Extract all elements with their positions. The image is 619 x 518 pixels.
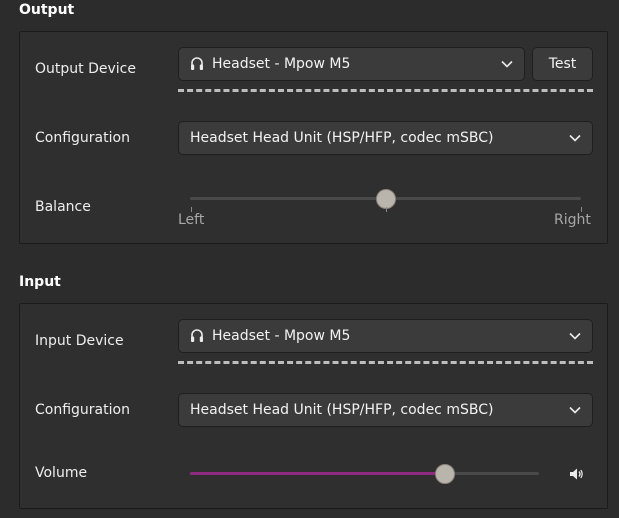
- balance-tick-center: [386, 207, 387, 212]
- output-configuration-dropdown[interactable]: Headset Head Unit (HSP/HFP, codec mSBC): [178, 121, 593, 155]
- input-frame: Input Device Headset - Mpow M5 Configura…: [19, 303, 608, 509]
- output-frame: Output Device Headset - Mpow M5 Test Con…: [19, 31, 608, 244]
- balance-right-label: Right: [554, 212, 591, 228]
- input-device-dropdown[interactable]: Headset - Mpow M5: [178, 319, 593, 353]
- output-device-dashed-underline: [178, 89, 593, 92]
- balance-label: Balance: [35, 199, 91, 215]
- test-button[interactable]: Test: [532, 47, 593, 81]
- balance-slider-handle[interactable]: [375, 189, 396, 209]
- volume-slider-handle[interactable]: [434, 464, 455, 484]
- input-device-value: Headset - Mpow M5: [212, 328, 351, 344]
- speaker-icon[interactable]: [568, 466, 584, 486]
- output-configuration-label: Configuration: [35, 130, 130, 146]
- input-device-label: Input Device: [35, 333, 124, 349]
- volume-label: Volume: [35, 465, 88, 481]
- input-configuration-value: Headset Head Unit (HSP/HFP, codec mSBC): [190, 402, 494, 418]
- balance-left-label: Left: [178, 212, 205, 228]
- output-section-title: Output: [19, 2, 75, 18]
- chevron-down-icon: [558, 406, 592, 414]
- headset-icon: [190, 56, 204, 72]
- output-device-label: Output Device: [35, 61, 136, 77]
- output-configuration-value: Headset Head Unit (HSP/HFP, codec mSBC): [190, 130, 494, 146]
- chevron-down-icon: [558, 134, 592, 142]
- input-section-title: Input: [19, 274, 61, 290]
- chevron-down-icon: [490, 60, 524, 68]
- output-device-dropdown[interactable]: Headset - Mpow M5: [178, 47, 525, 81]
- chevron-down-icon: [558, 332, 592, 340]
- volume-slider-fill: [190, 472, 445, 475]
- input-device-dashed-underline: [178, 361, 593, 364]
- output-device-value: Headset - Mpow M5: [212, 56, 351, 72]
- input-configuration-label: Configuration: [35, 402, 130, 418]
- input-configuration-dropdown[interactable]: Headset Head Unit (HSP/HFP, codec mSBC): [178, 393, 593, 427]
- headset-icon: [190, 328, 204, 344]
